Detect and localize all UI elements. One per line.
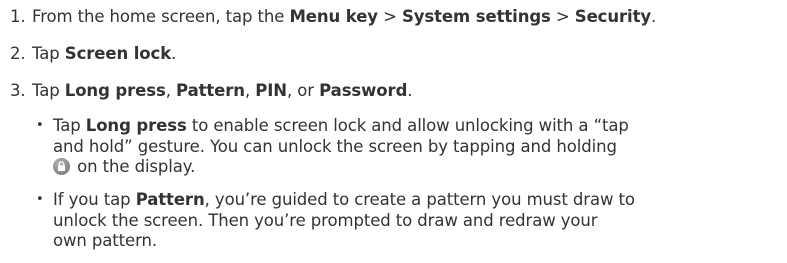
- security-term: Security: [574, 7, 652, 26]
- step-text: Tap: [32, 44, 65, 63]
- step-text: .: [651, 7, 657, 26]
- bullet-dot: •: [36, 118, 44, 133]
- bullet-pattern: • If you tap Pattern, you’re guided to c…: [36, 190, 781, 252]
- bullet-text: If you tap Pattern, you’re guided to cre…: [53, 190, 781, 252]
- system-settings-term: System settings: [401, 7, 551, 26]
- step-text: , or: [287, 81, 320, 100]
- bullet-line-2: unlock the screen. Then you’re prompted …: [53, 210, 598, 230]
- screen-lock-term: Screen lock: [64, 44, 172, 63]
- bullet-line-3: own pattern.: [53, 231, 157, 250]
- step-text: Tap: [32, 81, 65, 100]
- pin-term: PIN: [255, 81, 287, 100]
- bullet-line-3: on the display.: [53, 157, 781, 178]
- bullet-text-segment: , you’re guided to create a pattern you …: [204, 190, 635, 209]
- bullet-text-segment: Tap: [53, 116, 86, 135]
- step-text: >: [550, 7, 575, 26]
- step-text: >: [377, 7, 402, 26]
- pattern-term: Pattern: [135, 190, 205, 209]
- bullet-line-1: If you tap Pattern, you’re guided to cre…: [53, 190, 781, 211]
- bullet-text-segment: If you tap: [53, 190, 136, 209]
- bullet-line-2: and hold” gesture. You can unlock the sc…: [53, 136, 617, 156]
- step-text: ,: [165, 81, 177, 100]
- step-text: From the home screen, tap the: [32, 7, 290, 26]
- bullet-long-press: • Tap Long press to enable screen lock a…: [36, 116, 781, 178]
- step-text: ,: [244, 81, 256, 100]
- step-1: 1. From the home screen, tap the Menu key…: [10, 6, 656, 28]
- bullet-text-segment: to enable screen lock and allow unlockin…: [186, 116, 629, 135]
- pattern-term: Pattern: [176, 81, 245, 100]
- bullet-text: Tap Long press to enable screen lock and…: [53, 116, 781, 178]
- step-number: 3.: [10, 81, 26, 100]
- step-2: 2. Tap Screen lock.: [10, 43, 176, 65]
- long-press-term: Long press: [64, 81, 166, 100]
- menu-key-term: Menu key: [289, 7, 378, 26]
- lock-icon: [53, 158, 70, 175]
- step-text: .: [407, 81, 413, 100]
- instructions-document: 1. From the home screen, tap the Menu key…: [0, 0, 787, 263]
- step-3: 3. Tap Long press, Pattern, PIN, or Passw…: [10, 80, 413, 102]
- bullet-dot: •: [36, 192, 44, 207]
- step-text: .: [171, 44, 177, 63]
- bullet-text-segment: on the display.: [72, 157, 196, 176]
- long-press-term: Long press: [85, 116, 187, 135]
- password-term: Password: [319, 81, 408, 100]
- step-number: 1.: [10, 7, 26, 26]
- step-number: 2.: [10, 44, 26, 63]
- bullet-line-1: Tap Long press to enable screen lock and…: [53, 116, 781, 137]
